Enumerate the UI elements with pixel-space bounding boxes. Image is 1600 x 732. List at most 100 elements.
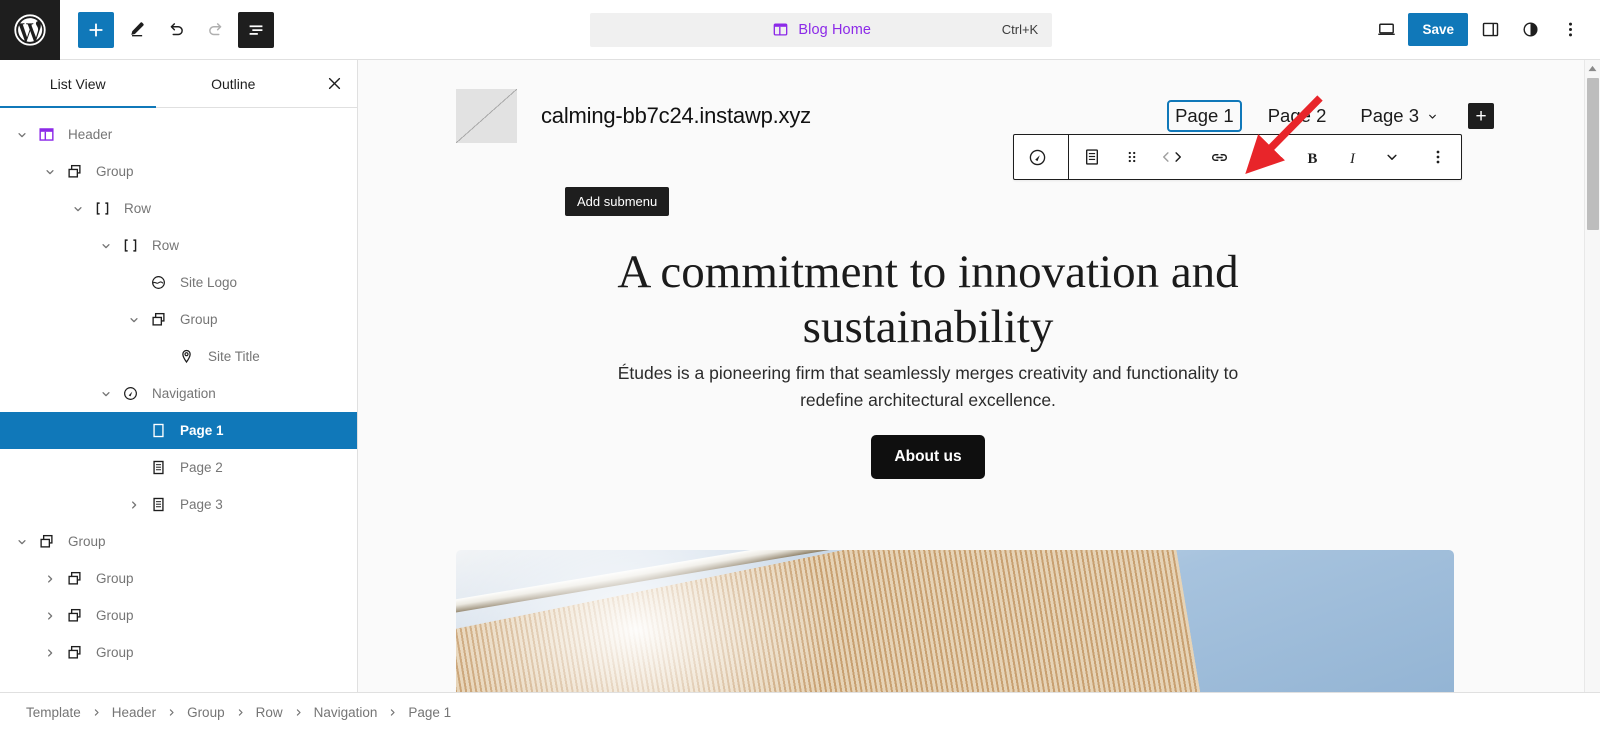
tree-expander[interactable] <box>10 530 34 554</box>
svg-text:I: I <box>1349 150 1356 166</box>
hero-heading[interactable]: A commitment to innovation and sustainab… <box>508 245 1348 355</box>
tree-expander[interactable] <box>94 234 118 258</box>
breadcrumb-item-row[interactable]: Row <box>256 705 283 720</box>
site-title[interactable]: calming-bb7c24.instawp.xyz <box>541 103 811 129</box>
move-left-right-buttons[interactable] <box>1149 135 1195 179</box>
document-list-view-button[interactable] <box>238 11 274 48</box>
navigation-block-icon[interactable] <box>1014 135 1060 179</box>
tree-expander[interactable] <box>94 382 118 406</box>
editor-canvas: calming-bb7c24.instawp.xyz Page 1 Page 2 P… <box>358 60 1600 692</box>
svg-text:B: B <box>1307 150 1317 166</box>
breadcrumb-item-header[interactable]: Header <box>112 705 156 720</box>
group-icon <box>151 312 165 326</box>
group-icon <box>67 164 81 178</box>
breadcrumb-separator <box>90 706 103 719</box>
breadcrumb-item-template[interactable]: Template <box>26 705 81 720</box>
tree-expander[interactable] <box>122 493 146 517</box>
settings-sidebar-button[interactable] <box>1472 12 1508 48</box>
tree-expander <box>122 456 146 480</box>
nav-item-page-2[interactable]: Page 2 <box>1262 102 1333 130</box>
hero-image[interactable] <box>456 550 1454 692</box>
block-tree: Header Group Row Row Site Logo Group Site Titl… <box>0 108 357 692</box>
site-logo-placeholder[interactable] <box>456 89 517 143</box>
tree-item-row[interactable]: Row <box>0 227 357 264</box>
wordpress-logo-button[interactable] <box>0 0 60 60</box>
template-icon <box>771 20 790 39</box>
tree-item-site-title[interactable]: Site Title <box>0 338 357 375</box>
tree-item-group[interactable]: Group <box>0 153 357 190</box>
tree-block-icon <box>34 123 58 147</box>
styles-button[interactable] <box>1512 12 1548 48</box>
tree-item-page-2[interactable]: Page 2 <box>0 449 357 486</box>
group-icon <box>39 534 53 548</box>
scrollbar-thumb[interactable] <box>1587 78 1599 230</box>
tree-item-group[interactable]: Group <box>0 597 357 634</box>
breadcrumb-item-group[interactable]: Group <box>187 705 225 720</box>
device-preview-button[interactable] <box>1368 12 1404 48</box>
edit-tool-button[interactable] <box>118 12 154 48</box>
tree-expander[interactable] <box>122 308 146 332</box>
nav-item-page-3[interactable]: Page 3 <box>1354 102 1446 130</box>
list-view-sidebar: List View Outline Header Group Row Row Site … <box>0 60 358 692</box>
breadcrumb: Template Header Group Row Navigation Page 1 <box>0 692 1600 732</box>
breadcrumb-item-page-1[interactable]: Page 1 <box>408 705 451 720</box>
tree-item-site-logo[interactable]: Site Logo <box>0 264 357 301</box>
save-button[interactable]: Save <box>1408 13 1468 46</box>
tab-outline[interactable]: Outline <box>156 60 312 107</box>
tree-item-page-1[interactable]: Page 1 <box>0 412 357 449</box>
site-title-icon <box>181 349 191 364</box>
breadcrumb-item-navigation[interactable]: Navigation <box>314 705 378 720</box>
add-submenu-icon[interactable] <box>1242 135 1288 179</box>
hero-paragraph[interactable]: Études is a pioneering firm that seamles… <box>608 360 1248 414</box>
tree-item-navigation[interactable]: Navigation <box>0 375 357 412</box>
site-logo-icon <box>151 276 165 289</box>
tab-list-view[interactable]: List View <box>0 60 156 108</box>
page-icon <box>152 423 164 438</box>
block-controls-segment: B I <box>1068 135 1415 179</box>
undo-button[interactable] <box>158 12 194 48</box>
tree-item-label: Page 3 <box>180 497 223 512</box>
bold-button[interactable]: B <box>1289 135 1335 179</box>
command-bar[interactable]: Blog Home Ctrl+K <box>590 12 1053 47</box>
about-us-button[interactable]: About us <box>871 435 985 479</box>
page-block-icon[interactable] <box>1069 135 1115 179</box>
undo-icon <box>170 22 183 35</box>
tree-item-label: Row <box>124 201 152 216</box>
tree-expander[interactable] <box>38 160 62 184</box>
nav-item-label: Page 1 <box>1175 105 1234 126</box>
tree-block-icon <box>90 197 114 221</box>
editor-options-button[interactable] <box>1552 12 1588 48</box>
tree-item-label: Group <box>96 645 134 660</box>
tree-expander[interactable] <box>66 197 90 221</box>
more-formatting-button[interactable] <box>1369 135 1415 179</box>
chevron-right-icon <box>132 500 137 509</box>
top-bar-right-tools: Save <box>1368 12 1600 48</box>
close-sidebar-button[interactable] <box>311 60 357 107</box>
scroll-up-arrow[interactable] <box>1585 60 1600 76</box>
tree-item-group[interactable]: Group <box>0 523 357 560</box>
nav-item-page-1[interactable]: Page 1 <box>1167 100 1242 132</box>
drag-handle-icon[interactable] <box>1115 135 1149 179</box>
breadcrumb-separator <box>234 706 247 719</box>
italic-button[interactable]: I <box>1335 135 1369 179</box>
tree-expander[interactable] <box>38 567 62 591</box>
tree-expander[interactable] <box>10 123 34 147</box>
chevron-down-icon <box>102 243 110 248</box>
tree-item-row[interactable]: Row <box>0 190 357 227</box>
redo-button[interactable] <box>198 12 234 48</box>
tree-block-icon <box>146 419 170 443</box>
tree-item-header[interactable]: Header <box>0 116 357 153</box>
chevron-down-icon <box>130 317 138 322</box>
tree-item-group[interactable]: Group <box>0 301 357 338</box>
tree-item-group[interactable]: Group <box>0 634 357 671</box>
link-icon[interactable] <box>1196 135 1242 179</box>
add-nav-item-button[interactable]: + <box>1468 103 1494 129</box>
tree-expander[interactable] <box>38 641 62 665</box>
tree-item-page-3[interactable]: Page 3 <box>0 486 357 523</box>
tree-item-group[interactable]: Group <box>0 560 357 597</box>
plus-icon <box>89 23 103 36</box>
canvas-scrollbar[interactable] <box>1584 60 1600 692</box>
add-block-button[interactable] <box>78 11 114 48</box>
block-options-button[interactable] <box>1415 135 1461 179</box>
tree-expander[interactable] <box>38 604 62 628</box>
